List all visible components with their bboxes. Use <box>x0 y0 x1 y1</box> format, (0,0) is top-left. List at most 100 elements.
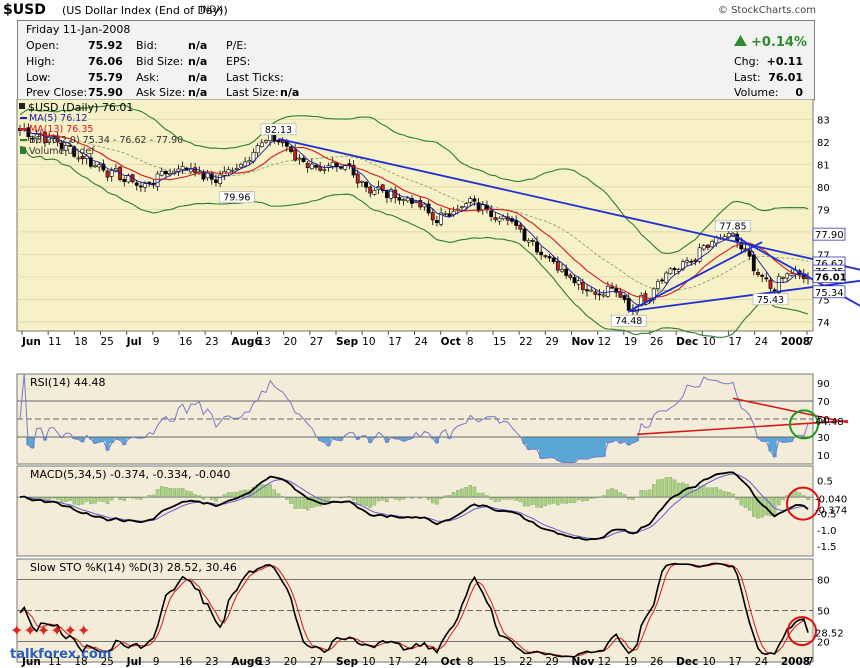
candle-body <box>164 170 168 175</box>
candle-body <box>701 245 706 250</box>
macd-histogram-bar <box>772 496 777 516</box>
symbol: $USD <box>3 2 46 18</box>
candle-body <box>193 167 198 173</box>
macd-histogram-bar <box>464 487 468 498</box>
pe-label: P/E: <box>226 39 247 52</box>
macd-histogram-bar <box>793 490 798 498</box>
x-tick-label: Jul <box>126 336 142 348</box>
x-tick-label-bottom: 17 <box>388 656 401 668</box>
candle-body <box>289 146 293 152</box>
candle-body <box>401 199 406 201</box>
macd-histogram-bar <box>68 496 72 501</box>
macd-histogram-bar <box>226 492 231 498</box>
price-annotation: 74.48 <box>615 316 642 327</box>
candle-body <box>747 250 752 257</box>
x-tick-label: Oct <box>441 336 461 348</box>
x-tick-label-bottom: 23 <box>205 656 218 668</box>
x-tick-label-bottom: 13 <box>258 656 271 668</box>
candle-body <box>143 183 147 188</box>
x-tick-label: 25 <box>101 336 114 348</box>
legend-ma5: MA(5) 76.12 <box>29 113 87 124</box>
candle-body <box>293 149 298 161</box>
sto-tick-label: 50 <box>817 607 830 618</box>
low-value: 75.79 <box>88 71 123 84</box>
last-size-value: n/a <box>280 86 300 99</box>
x-tick-label-bottom: 17 <box>729 656 742 668</box>
macd-histogram-bar <box>656 479 660 498</box>
x-tick-label-bottom: 10 <box>362 656 375 668</box>
macd-histogram-bar <box>472 486 477 498</box>
macd-histogram-bar <box>727 492 731 498</box>
macd-histogram-bar <box>806 496 810 501</box>
macd-histogram-bar <box>747 496 752 511</box>
macd-histogram-bar <box>731 493 735 498</box>
candle-body <box>760 274 765 277</box>
high-label: High: <box>26 55 55 68</box>
candle-body <box>710 240 715 248</box>
x-tick-label: 26 <box>650 336 664 348</box>
macd-right-label: -0.040 <box>815 494 847 505</box>
x-tick-label: 9 <box>153 336 160 348</box>
candle-body <box>789 273 794 276</box>
x-tick-label: 13 <box>258 336 271 348</box>
candle-body <box>605 286 610 297</box>
macd-histogram-bar <box>155 489 160 498</box>
macd-histogram-bar <box>372 496 377 506</box>
macd-histogram-bar <box>531 496 535 505</box>
candle-body <box>393 189 398 198</box>
macd-histogram-bar <box>722 491 727 498</box>
x-tick-label-bottom: 22 <box>519 656 532 668</box>
watermark-site: talkforex.com <box>10 647 111 662</box>
candle-body <box>547 256 552 259</box>
candle-body <box>239 163 243 168</box>
candle-body <box>568 274 573 278</box>
candle-body <box>105 170 110 178</box>
x-tick-label: 18 <box>74 336 87 348</box>
x-tick-label-bottom: 27 <box>310 656 323 668</box>
macd-histogram-bar <box>97 496 101 502</box>
macd-histogram-bar <box>535 496 539 508</box>
candle-body <box>610 286 614 289</box>
brand-link[interactable]: © StockCharts.com <box>718 5 816 16</box>
macd-histogram-bar <box>431 496 435 504</box>
macd-histogram-bar <box>164 487 168 498</box>
eps-label: EPS: <box>226 55 251 68</box>
x-tick-label: 8 <box>467 336 474 348</box>
macd-histogram-bar <box>368 496 372 508</box>
sto-tick-label: 80 <box>817 576 830 587</box>
macd-histogram-bar <box>476 492 481 498</box>
macd-histogram-bar <box>739 496 744 506</box>
x-tick-label-bottom: Sep <box>336 656 359 668</box>
macd-histogram-bar <box>752 496 756 517</box>
x-tick-label: 22 <box>519 336 532 348</box>
candle-body <box>247 160 252 163</box>
candle-body <box>359 180 364 183</box>
macd-histogram-bar <box>289 496 293 504</box>
x-tick-label-bottom: 26 <box>650 656 664 668</box>
macd-histogram-bar <box>101 496 106 502</box>
candle-body <box>622 295 627 300</box>
macd-histogram-bar <box>105 496 110 504</box>
candle-body <box>334 162 339 167</box>
x-tick-label: 12 <box>598 336 611 348</box>
macd-histogram-bar <box>664 477 668 498</box>
last-label: Last: <box>734 71 761 84</box>
candle-body <box>764 277 769 280</box>
candle-body <box>589 289 594 292</box>
macd-histogram-bar <box>797 492 802 498</box>
macd-histogram-bar <box>547 496 552 505</box>
x-tick-label: 11 <box>48 336 61 348</box>
candle-body <box>660 279 664 282</box>
candle-body <box>322 169 327 171</box>
ask-size-value: n/a <box>188 86 208 99</box>
macd-histogram-bar <box>264 484 268 498</box>
last-value: 76.01 <box>768 71 803 84</box>
volume-swatch <box>20 147 26 154</box>
candle-body <box>176 168 181 172</box>
candle-body <box>664 272 669 283</box>
x-tick-label-bottom: 9 <box>153 656 160 668</box>
macd-histogram-bar <box>514 496 518 501</box>
open-value: 75.92 <box>88 39 123 52</box>
candle-body <box>672 268 677 270</box>
x-tick-label-bottom: 15 <box>493 656 506 668</box>
